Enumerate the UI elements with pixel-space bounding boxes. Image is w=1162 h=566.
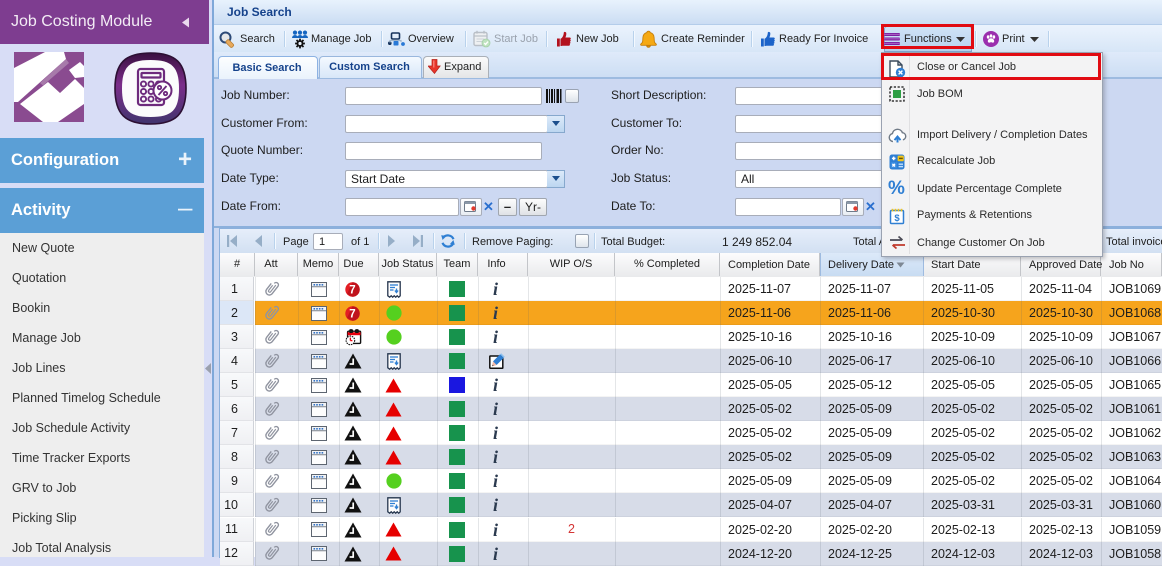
svg-text:$: $ [894,212,900,223]
svg-text:7: 7 [349,308,355,320]
svg-text:7: 7 [349,284,355,296]
